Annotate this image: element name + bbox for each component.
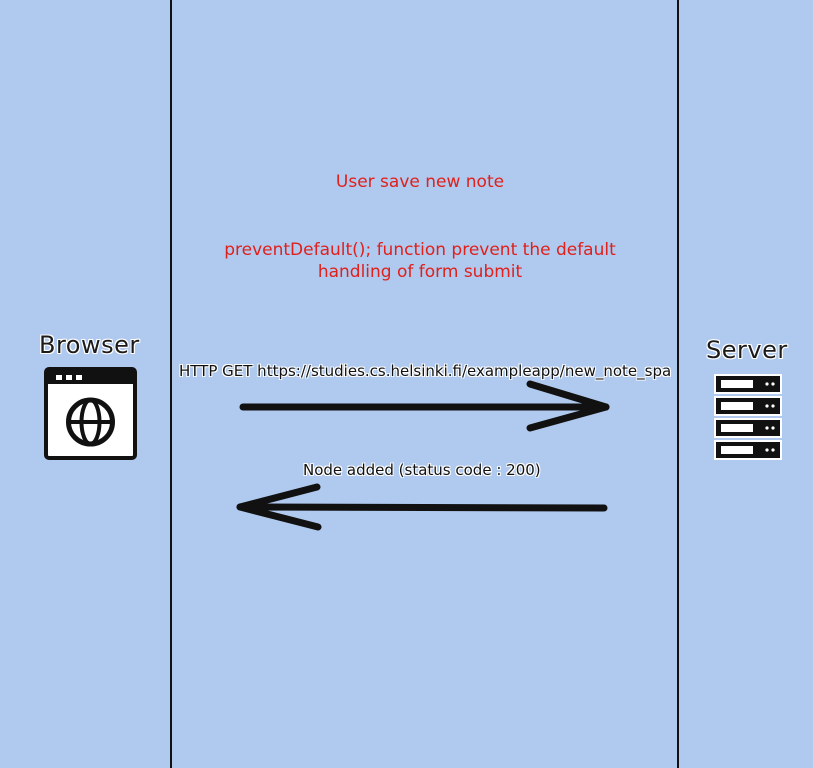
- message-arrows: [236, 380, 610, 531]
- request-arrow: [239, 380, 610, 432]
- response-arrow: [236, 483, 608, 531]
